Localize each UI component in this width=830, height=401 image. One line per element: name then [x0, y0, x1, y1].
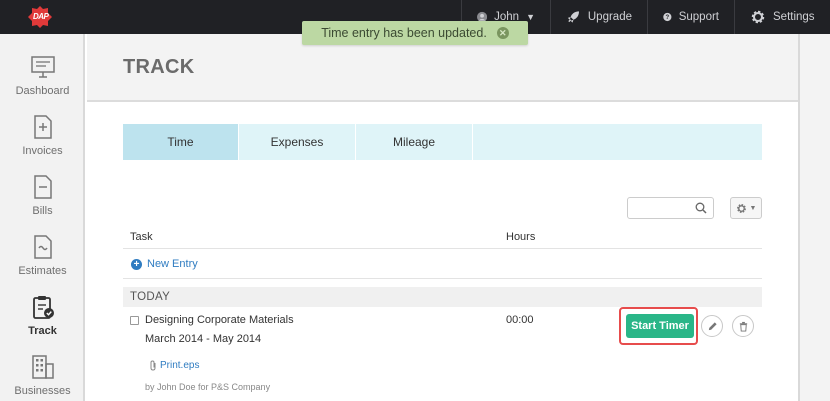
support-label: Support	[678, 11, 719, 23]
trash-icon	[739, 321, 747, 332]
monitor-icon	[30, 56, 55, 78]
clipboard-check-icon	[32, 296, 54, 319]
bill-icon	[33, 175, 52, 199]
tab-mileage[interactable]: Mileage	[356, 124, 473, 160]
toast-message: Time entry has been updated.	[321, 26, 487, 40]
settings-label: Settings	[773, 11, 815, 23]
rocket-icon	[567, 11, 580, 23]
gear-icon	[736, 203, 746, 213]
gear-icon	[751, 10, 765, 24]
task-date-range: March 2014 - May 2014	[145, 333, 262, 345]
close-icon[interactable]: ✕	[496, 27, 509, 39]
upgrade-link[interactable]: Upgrade	[550, 0, 647, 34]
estimate-icon	[33, 235, 52, 259]
task-name: Designing Corporate Materials	[145, 314, 294, 326]
column-header-task: Task	[130, 231, 153, 243]
chevron-down-icon: ▼	[526, 12, 535, 22]
divider	[123, 248, 762, 249]
help-icon: ?	[663, 12, 672, 21]
attachment-name: Print.eps	[160, 360, 200, 371]
table-settings-button[interactable]: ▼	[730, 197, 762, 219]
sidebar-item-bills[interactable]: Bills	[0, 174, 85, 234]
edit-button[interactable]	[701, 315, 723, 337]
right-gutter	[798, 34, 830, 401]
group-label: TODAY	[130, 291, 171, 303]
settings-link[interactable]: Settings	[734, 0, 830, 34]
task-hours: 00:00	[506, 314, 534, 326]
task-byline: by John Doe for P&S Company	[145, 382, 271, 392]
divider	[123, 278, 762, 279]
new-entry-label: New Entry	[147, 258, 198, 270]
invoice-icon	[33, 115, 52, 139]
sidebar: Dashboard Invoices Bills Estimates Track…	[0, 34, 85, 401]
sidebar-item-dashboard[interactable]: Dashboard	[0, 54, 85, 114]
support-link[interactable]: ? Support	[647, 0, 734, 34]
toast-notification: Time entry has been updated. ✕	[302, 21, 528, 45]
plus-icon: +	[131, 258, 142, 270]
column-header-hours: Hours	[506, 231, 536, 243]
upgrade-label: Upgrade	[587, 11, 632, 23]
sidebar-item-label: Invoices	[22, 145, 63, 157]
search-input[interactable]	[627, 197, 714, 219]
logo-text: DAP	[33, 12, 49, 21]
row-checkbox[interactable]	[130, 316, 139, 325]
sidebar-item-businesses[interactable]: Businesses	[0, 354, 85, 401]
paperclip-icon	[150, 360, 156, 371]
chevron-down-icon: ▼	[749, 204, 757, 212]
sidebar-item-label: Bills	[32, 205, 53, 217]
new-entry-link[interactable]: + New Entry	[131, 258, 198, 270]
tab-time[interactable]: Time	[123, 124, 239, 160]
sidebar-item-label: Track	[28, 325, 57, 337]
sidebar-item-invoices[interactable]: Invoices	[0, 114, 85, 174]
search-icon[interactable]	[695, 202, 707, 214]
sidebar-item-label: Businesses	[14, 385, 71, 397]
sidebar-item-label: Dashboard	[15, 85, 70, 97]
delete-button[interactable]	[732, 315, 754, 337]
sidebar-item-track[interactable]: Track	[0, 294, 85, 354]
page-title: TRACK	[123, 56, 195, 78]
sidebar-item-label: Estimates	[18, 265, 67, 277]
sidebar-item-estimates[interactable]: Estimates	[0, 234, 85, 294]
svg-text:?: ?	[666, 15, 670, 21]
main-content: TRACK Time Expenses Mileage ▼ Task Hours…	[87, 34, 798, 401]
group-header-today: TODAY	[123, 287, 762, 307]
start-timer-button[interactable]: Start Timer	[626, 314, 694, 338]
pencil-icon	[708, 321, 717, 330]
tab-bar: Time Expenses Mileage	[123, 124, 762, 160]
building-icon	[31, 355, 54, 379]
tab-expenses[interactable]: Expenses	[239, 124, 356, 160]
attachment-link[interactable]: Print.eps	[149, 360, 199, 371]
